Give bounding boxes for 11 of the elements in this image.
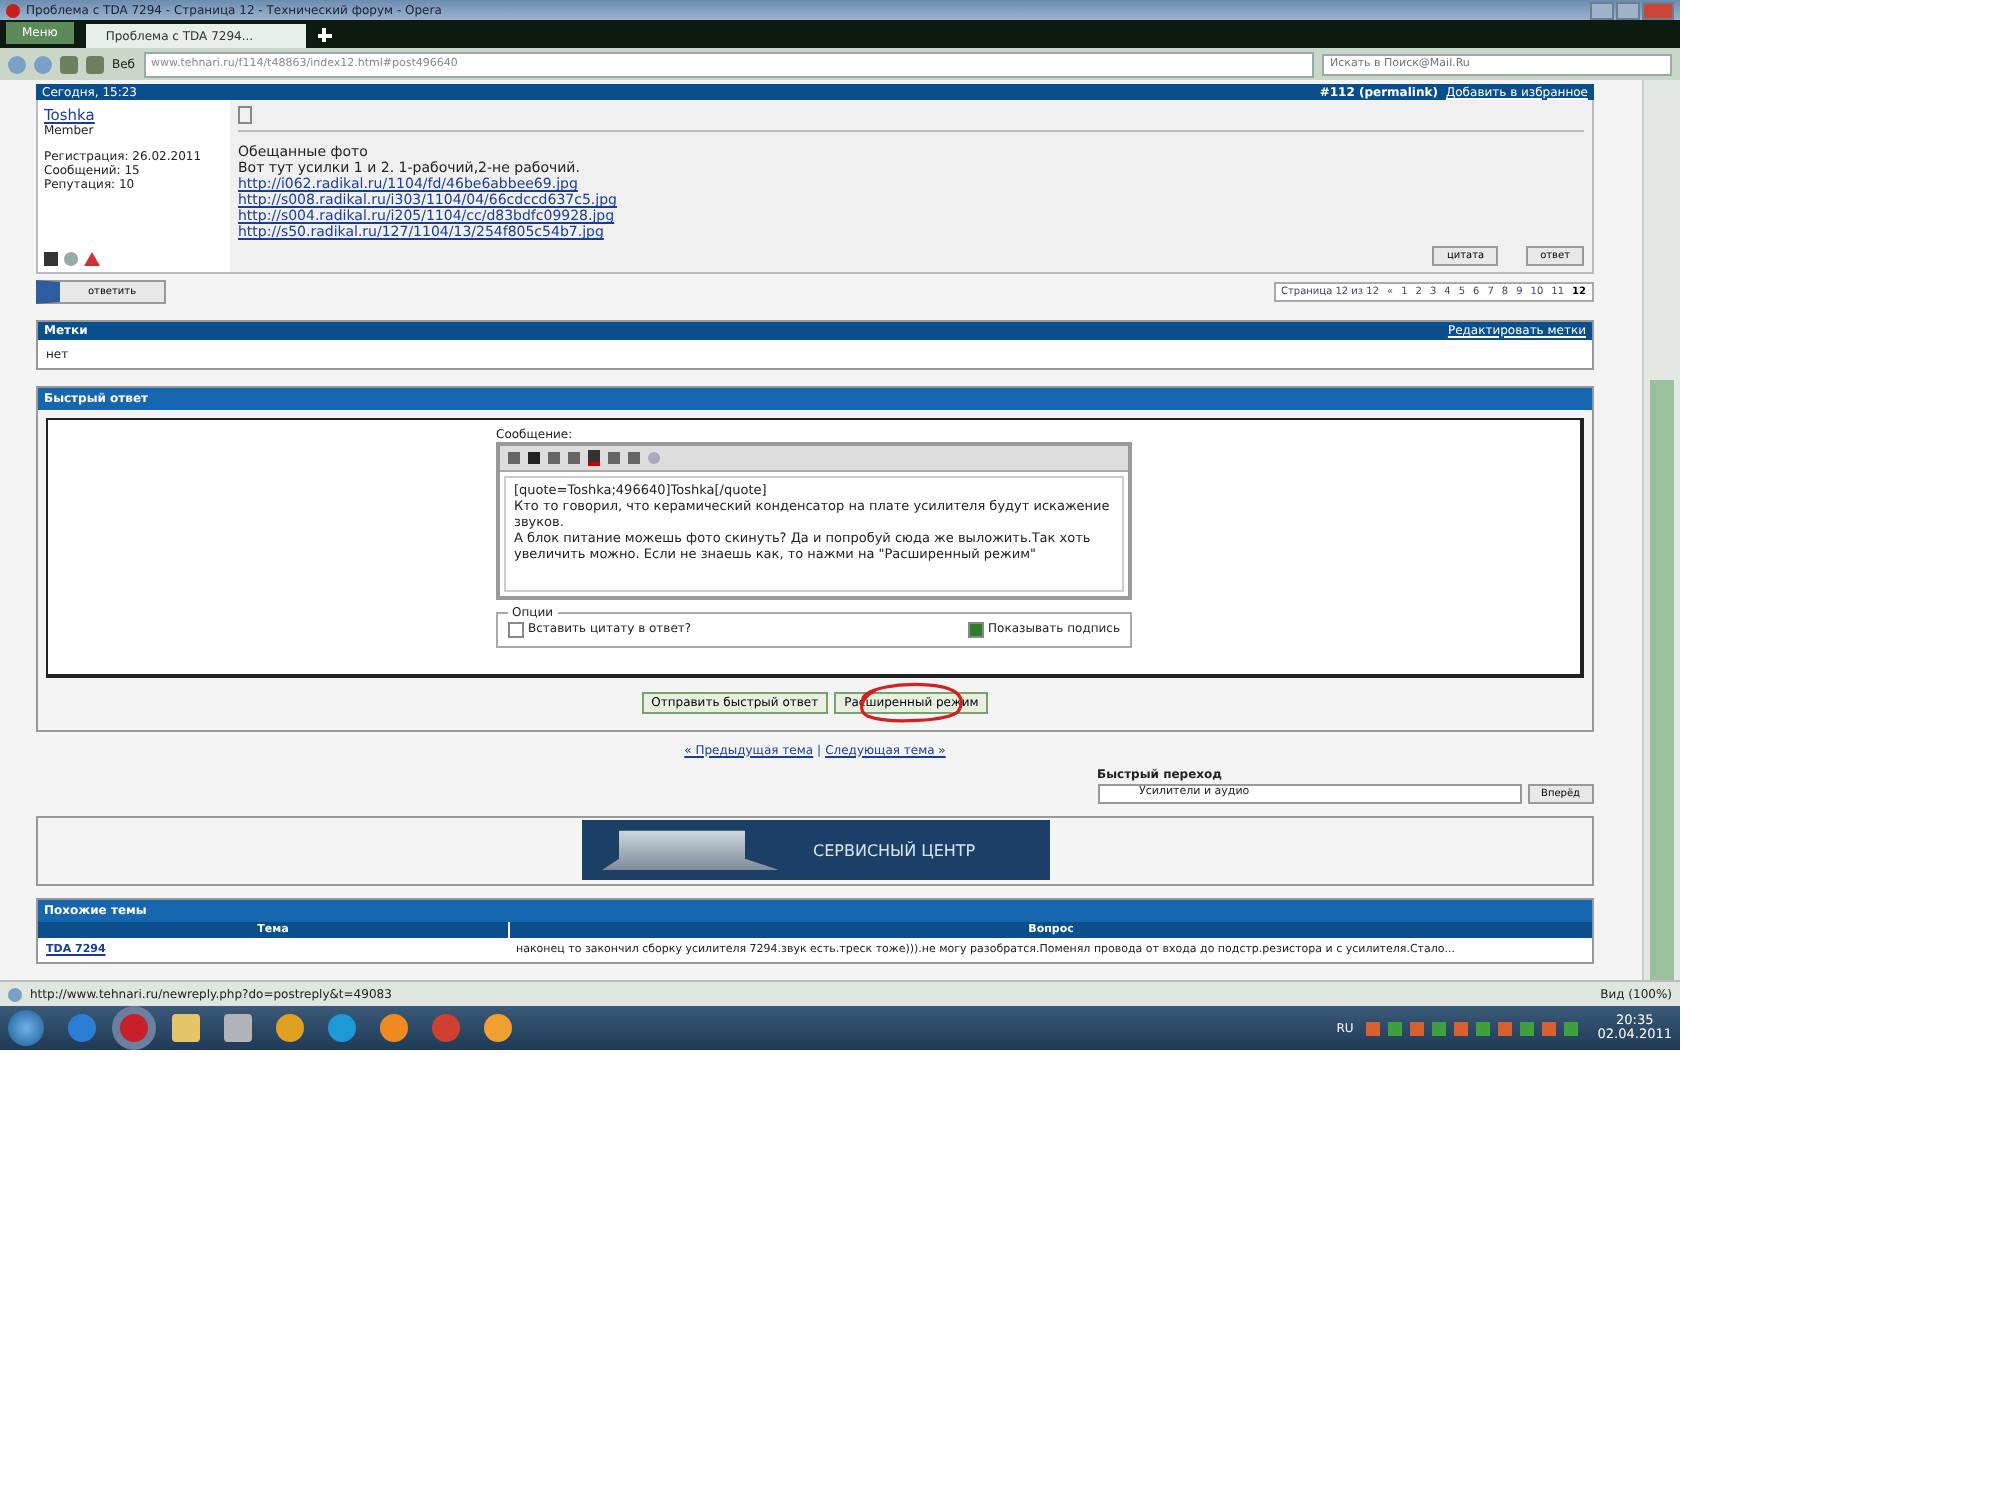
checkbox[interactable] [968,621,985,638]
scrollbar[interactable] [1642,80,1680,980]
new-tab-icon[interactable] [317,28,332,42]
browser-logo-icon [6,3,20,17]
minimize-button[interactable] [1590,1,1614,19]
banner-text: СЕРВИСНЫЙ ЦЕНТР [813,841,976,860]
maximize-button[interactable] [1616,1,1640,19]
warning-icon[interactable] [84,251,100,266]
start-button[interactable] [8,1010,44,1046]
checkbox[interactable] [508,621,524,638]
advertisement-banner[interactable]: СЕРВИСНЫЙ ЦЕНТР [581,820,1049,881]
